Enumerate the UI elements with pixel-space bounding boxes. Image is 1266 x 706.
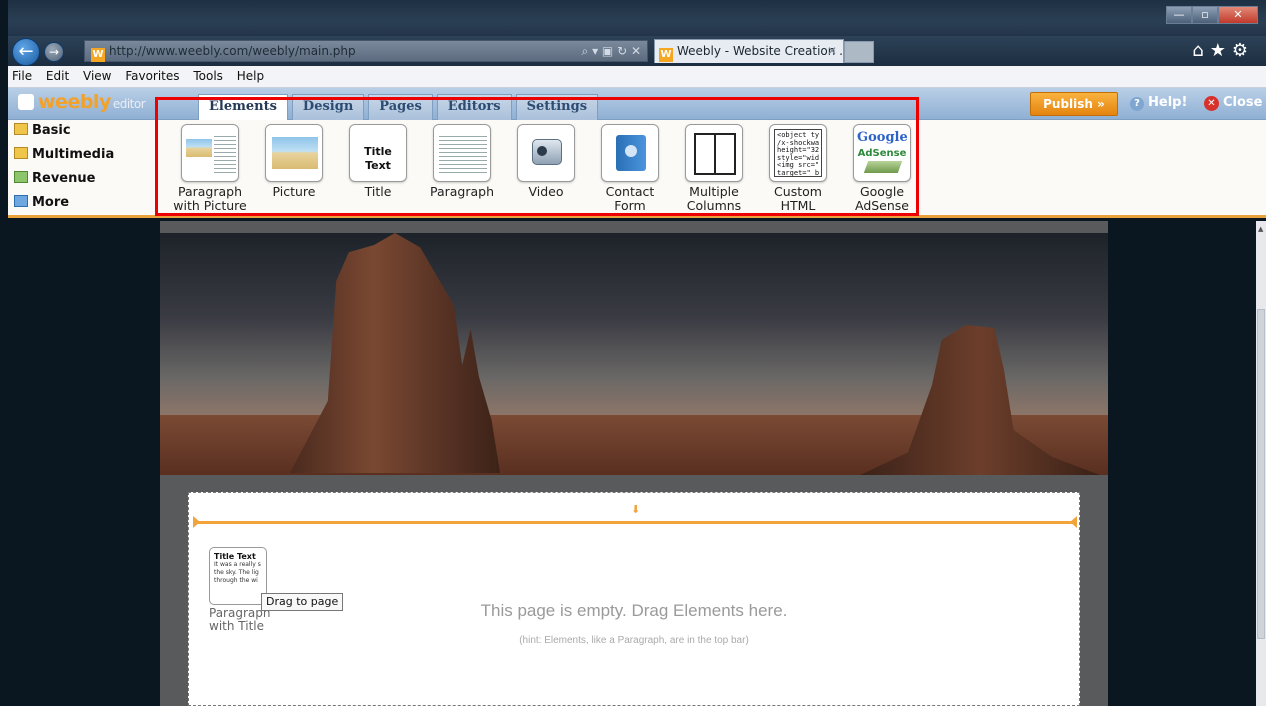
empty-page-message: This page is empty. Drag Elements here. (480, 601, 788, 620)
elements-highlight-box (155, 97, 919, 216)
menu-file[interactable]: File (12, 69, 32, 83)
browser-address-row: ← → Whttp://www.weebly.com/weebly/main.p… (8, 36, 1266, 66)
window-controls: — ▫ ✕ (1166, 6, 1258, 24)
address-tools-icon[interactable]: ⌕ ▾ ▣ ↻ ✕ (582, 41, 641, 61)
help-label: Help! (1148, 95, 1188, 110)
publish-button[interactable]: Publish » (1030, 92, 1118, 116)
menu-view[interactable]: View (83, 69, 111, 83)
dragged-element-card[interactable]: Title Text It was a really s the sky. Th… (209, 547, 267, 605)
close-icon[interactable]: ✕ (1218, 6, 1258, 24)
browser-title-strip: — ▫ ✕ (8, 0, 1266, 36)
category-label: Revenue (32, 171, 96, 186)
screen: — ▫ ✕ ← → Whttp://www.weebly.com/weebly/… (0, 0, 1266, 706)
weebly-logo: weebly editor (18, 91, 146, 113)
menu-help[interactable]: Help (237, 69, 264, 83)
logo-text: weebly (38, 91, 111, 113)
weebly-cup-icon (18, 94, 34, 110)
revenue-folder-icon (14, 171, 28, 183)
browser-menubar: File Edit View Favorites Tools Help (8, 66, 1266, 88)
settings-gear-icon[interactable]: ⚙ (1232, 40, 1254, 61)
browser-tab-title: Weebly - Website Creation ... (677, 44, 844, 58)
maximize-icon[interactable]: ▫ (1192, 6, 1218, 24)
element-categories: Basic Multimedia Revenue More (8, 120, 164, 215)
tab-close-icon[interactable]: ✕ (827, 40, 837, 62)
browser-toolbar-icons: ⌂★⚙ (1192, 40, 1254, 61)
drag-card-title: Title Text (214, 552, 256, 561)
category-revenue[interactable]: Revenue (8, 168, 164, 192)
logo-suffix: editor (112, 97, 146, 111)
header-banner-image (160, 233, 1108, 475)
vertical-scrollbar[interactable]: ▲ (1256, 221, 1266, 706)
weebly-favicon-icon: W (91, 48, 105, 62)
menu-edit[interactable]: Edit (46, 69, 69, 83)
empty-page-hint: (hint: Elements, like a Paragraph, are i… (519, 635, 749, 646)
new-tab-button[interactable] (844, 41, 874, 63)
browser-tab[interactable]: W Weebly - Website Creation ... ✕ (654, 39, 844, 63)
address-bar[interactable]: Whttp://www.weebly.com/weebly/main.php ⌕… (84, 40, 648, 62)
basic-folder-icon (14, 123, 28, 135)
category-label: Multimedia (32, 147, 115, 162)
address-url: http://www.weebly.com/weebly/main.php (109, 44, 356, 58)
menu-tools[interactable]: Tools (193, 69, 223, 83)
close-circle-icon: ✕ (1204, 96, 1219, 111)
forward-arrow-icon[interactable]: → (44, 42, 64, 62)
drop-target-line (193, 516, 1077, 528)
help-button[interactable]: ? Help! (1130, 95, 1187, 111)
scroll-up-icon[interactable]: ▲ (1258, 225, 1263, 233)
minimize-icon[interactable]: — (1166, 6, 1192, 24)
more-arrow-icon (14, 195, 28, 207)
scrollbar-thumb[interactable] (1257, 309, 1265, 639)
content-drop-area[interactable]: ⬇ Title Text It was a really s the sky. … (188, 492, 1080, 706)
drop-indicator-icon: ⬇ (631, 503, 641, 516)
category-multimedia[interactable]: Multimedia (8, 144, 164, 168)
close-editor-button[interactable]: ✕ Close (1204, 95, 1262, 111)
home-icon[interactable]: ⌂ (1192, 40, 1209, 61)
category-label: More (32, 195, 70, 210)
category-basic[interactable]: Basic (8, 120, 164, 144)
favorites-star-icon[interactable]: ★ (1210, 40, 1232, 61)
site-preview: ⬇ Title Text It was a really s the sky. … (160, 221, 1108, 706)
category-label: Basic (32, 123, 71, 138)
drag-card-body: It was a really s the sky. The lig throu… (214, 561, 261, 584)
category-more[interactable]: More (8, 192, 164, 216)
menu-favorites[interactable]: Favorites (125, 69, 179, 83)
help-icon: ? (1130, 97, 1144, 111)
close-label: Close (1223, 95, 1263, 110)
weebly-favicon-icon: W (659, 48, 673, 62)
banner-butte-left (290, 233, 500, 473)
multimedia-icon (14, 147, 28, 159)
back-arrow-icon[interactable]: ← (12, 38, 40, 66)
